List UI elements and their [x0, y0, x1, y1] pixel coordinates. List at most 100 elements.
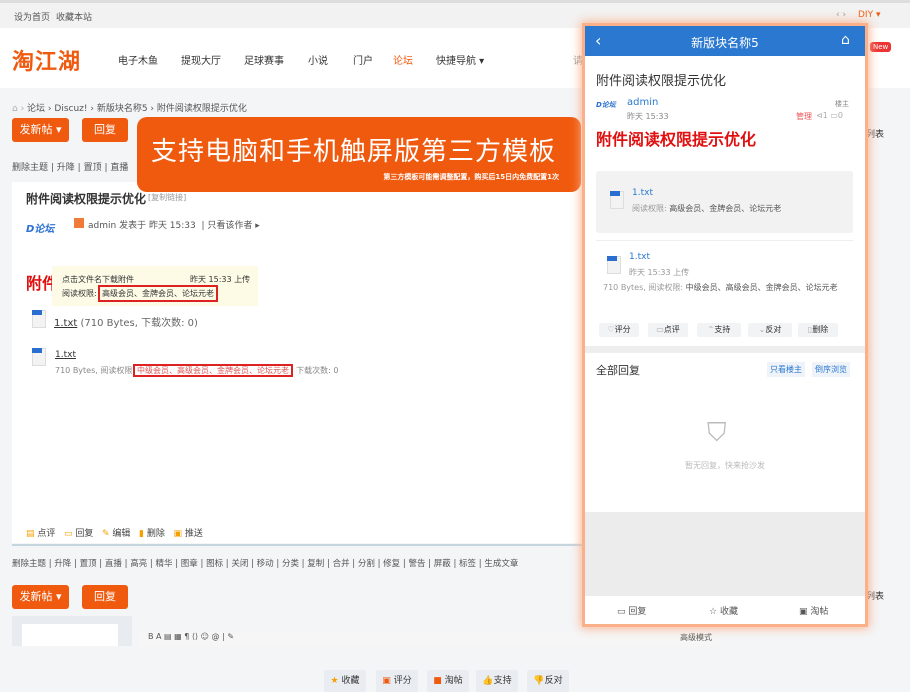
- advanced-mode-link[interactable]: 高级模式: [680, 632, 712, 643]
- comment-button[interactable]: ▭点评: [648, 323, 688, 337]
- collect-button[interactable]: ▣ 淘帖: [799, 604, 828, 617]
- support-button[interactable]: 👍支持: [476, 670, 518, 692]
- attachment-link[interactable]: 1.txt: [55, 350, 76, 360]
- mobile-attachment-link[interactable]: 1.txt: [632, 188, 653, 198]
- mod-link[interactable]: 关闭: [231, 559, 248, 569]
- copy-link[interactable]: [复制链接]: [148, 192, 186, 203]
- crumb[interactable]: 论坛: [27, 104, 45, 114]
- only-op-button[interactable]: 只看楼主: [767, 362, 805, 377]
- footer-link[interactable]: 推送: [185, 529, 203, 539]
- logo[interactable]: 淘江湖: [12, 44, 81, 76]
- new-post-button-bottom[interactable]: 发新帖 ▾: [12, 585, 69, 609]
- mod-link[interactable]: 升降: [57, 163, 75, 173]
- mobile-author[interactable]: admin: [627, 97, 658, 108]
- mod-link[interactable]: 删除主题: [12, 559, 46, 569]
- footer-link[interactable]: 删除: [147, 529, 165, 539]
- reply-button[interactable]: ▭ 回复: [617, 604, 646, 617]
- views-count: 1: [822, 111, 828, 120]
- crumb[interactable]: 附件阅读权限提示优化: [157, 104, 247, 114]
- mod-link[interactable]: 置顶: [84, 163, 102, 173]
- favorite-button[interactable]: ★ 收藏: [324, 670, 366, 692]
- author-link[interactable]: admin: [88, 221, 116, 231]
- mod-link[interactable]: 图章: [181, 559, 198, 569]
- empty-replies-text: 暂无回复，快来抢沙发: [685, 461, 765, 470]
- footer-link[interactable]: 回复: [75, 529, 93, 539]
- nav-item-active[interactable]: 论坛: [393, 52, 413, 67]
- mobile-attachment-card[interactable]: 1.txt 阅读权限: 高级会员、金牌会员、论坛元老: [596, 171, 853, 233]
- collect-button[interactable]: ■ 淘帖: [427, 670, 469, 692]
- attachment-link[interactable]: 1.txt: [54, 318, 77, 329]
- reverse-order-button[interactable]: 倒序浏览: [812, 362, 850, 377]
- push-icon: ▣: [173, 529, 182, 539]
- home-icon[interactable]: ⌂: [841, 32, 850, 48]
- tooltip-time: 昨天 15:33 上传: [190, 275, 251, 284]
- mod-link[interactable]: 复制: [307, 559, 324, 569]
- new-badge: New: [870, 42, 892, 52]
- mobile-red-title: 附件阅读权限提示优化: [596, 130, 757, 149]
- crumb[interactable]: 新版块名称5: [97, 104, 148, 114]
- mod-link[interactable]: 高亮: [130, 559, 147, 569]
- nav-item[interactable]: 提现大厅: [181, 52, 221, 67]
- home-icon[interactable]: ⌂ ›: [12, 104, 27, 114]
- divider: [596, 240, 853, 241]
- rate-button[interactable]: ▣ 评分: [376, 670, 418, 692]
- comment-icon: ▭: [656, 325, 664, 334]
- mod-link[interactable]: 修复: [383, 559, 400, 569]
- nav-item[interactable]: 电子木鱼: [118, 52, 158, 67]
- manage-link[interactable]: 管理: [796, 111, 812, 122]
- avatar[interactable]: D论坛: [26, 220, 66, 246]
- mod-link[interactable]: 升降: [54, 559, 71, 569]
- attachment-tooltip: 点击文件名下载附件 昨天 15:33 上传 阅读权限: 高级会员、金牌会员、论坛…: [52, 266, 258, 306]
- search-input[interactable]: 请: [573, 52, 583, 67]
- mod-link[interactable]: 分割: [358, 559, 375, 569]
- mod-link[interactable]: 直播: [105, 559, 122, 569]
- nav-item[interactable]: 足球赛事: [244, 52, 284, 67]
- mod-link[interactable]: 置顶: [80, 559, 97, 569]
- oppose-button[interactable]: 👎反对: [527, 670, 569, 692]
- mobile-bottom-bar: ▭ 回复 ☆ 收藏 ▣ 淘帖: [585, 596, 865, 624]
- mod-link[interactable]: 标签: [459, 559, 476, 569]
- footer-link[interactable]: 编辑: [112, 529, 130, 539]
- diy-button[interactable]: DIY ▾: [858, 10, 880, 20]
- file-icon: [610, 191, 624, 209]
- label: 评分: [614, 325, 631, 334]
- mobile-attachment-link[interactable]: 1.txt: [629, 252, 650, 262]
- list-link-bottom[interactable]: 列表: [866, 589, 884, 602]
- mod-link[interactable]: 移动: [257, 559, 274, 569]
- nav-item-quick[interactable]: 快捷导航 ▾: [436, 52, 484, 67]
- list-link[interactable]: 列表: [866, 127, 884, 140]
- only-author-link[interactable]: 只看该作者 ▸: [207, 221, 259, 231]
- crumb[interactable]: Discuz!: [54, 104, 87, 114]
- nav-item[interactable]: 门户: [353, 52, 373, 67]
- nav-item[interactable]: 小说: [308, 52, 328, 67]
- footer-link[interactable]: 点评: [37, 529, 55, 539]
- mod-link[interactable]: 合并: [333, 559, 350, 569]
- mod-link[interactable]: 屏蔽: [434, 559, 451, 569]
- mod-link[interactable]: 图标: [206, 559, 223, 569]
- set-home-link[interactable]: 设为首页: [14, 10, 50, 23]
- arrows-icon[interactable]: ‹ ›: [836, 10, 846, 20]
- mod-bar-top: 删除主题 | 升降 | 置顶 | 直播: [12, 163, 129, 173]
- support-button[interactable]: ⌃支持: [697, 323, 741, 337]
- reply-button[interactable]: 回复: [82, 118, 128, 142]
- rate-button[interactable]: ♡评分: [599, 323, 639, 337]
- label: 支持: [493, 676, 512, 686]
- mod-link[interactable]: 生成文章: [484, 559, 518, 569]
- favorite-button[interactable]: ☆ 收藏: [709, 604, 738, 617]
- oppose-button[interactable]: ⌄反对: [748, 323, 792, 337]
- mod-link[interactable]: 精华: [155, 559, 172, 569]
- editor-toolbar[interactable]: B A ▤ ▦ ¶ ⟨⟩ ☺ @ | ✎ 高级模式: [140, 632, 720, 646]
- delete-button[interactable]: ▯删除: [798, 323, 838, 337]
- all-replies-heading: 全部回复: [596, 364, 640, 377]
- thumbs-up-icon: 👍: [482, 676, 494, 686]
- heart-icon: ♡: [607, 325, 615, 334]
- mod-link[interactable]: 直播: [110, 163, 128, 173]
- reply-button-bottom[interactable]: 回复: [82, 585, 128, 609]
- tooltip-perm-highlight: 高级会员、金牌会员、论坛元老: [98, 285, 218, 302]
- mod-link[interactable]: 删除主题: [12, 163, 48, 173]
- mobile-avatar[interactable]: D论坛: [596, 100, 616, 110]
- mod-link[interactable]: 分类: [282, 559, 299, 569]
- bookmark-link[interactable]: 收藏本站: [56, 10, 92, 23]
- new-post-button[interactable]: 发新帖 ▾: [12, 118, 69, 142]
- mod-link[interactable]: 警告: [408, 559, 425, 569]
